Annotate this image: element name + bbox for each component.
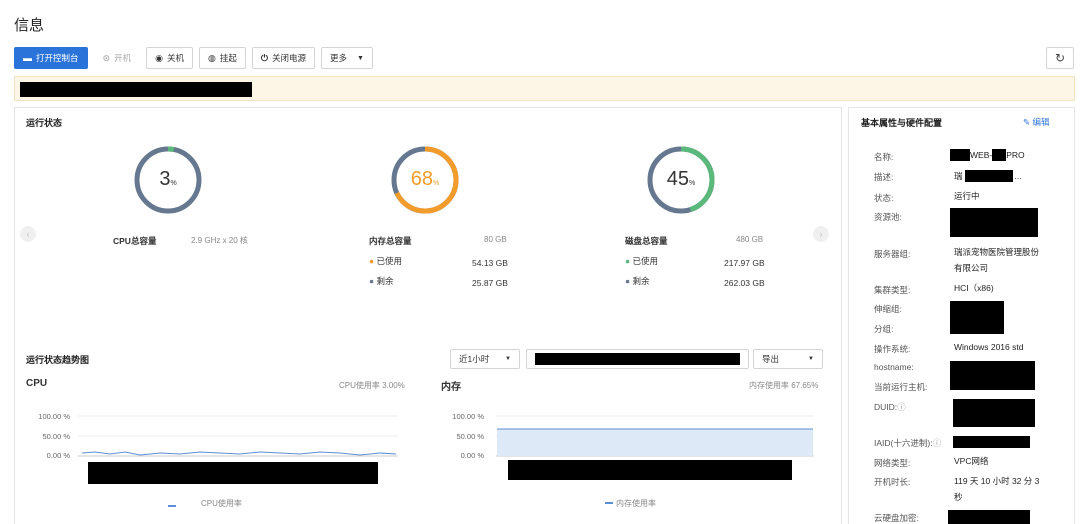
prop-host-label: 当前运行主机: xyxy=(874,382,928,392)
prop-cluster-value: HCI（x86) xyxy=(954,283,994,293)
redacted-block xyxy=(88,462,378,484)
cpu-chart: 100.00 % 50.00 % 0.00 % xyxy=(38,412,398,507)
prop-disk-encryption-label: 云硬盘加密: xyxy=(874,513,919,523)
prop-name-value: WEB- PRO xyxy=(950,147,1025,163)
cpu-legend-label: CPU使用率 xyxy=(201,499,242,508)
memory-tick-50: 50.00 % xyxy=(456,432,484,441)
prop-cluster-label: 集群类型: xyxy=(874,285,911,295)
memory-tick-0: 0.00 % xyxy=(461,451,485,460)
redacted-block xyxy=(508,460,792,480)
memory-legend-label: 内存使用率 xyxy=(616,499,656,508)
prop-scale-label: 伸缩组: xyxy=(874,304,902,314)
cpu-tick-0: 0.00 % xyxy=(47,451,71,460)
properties-title: 基本属性与硬件配置 xyxy=(861,118,943,128)
redacted-block xyxy=(953,436,1030,448)
redacted-block xyxy=(948,510,1030,524)
prop-status-label: 状态: xyxy=(874,193,894,203)
cpu-series-line xyxy=(81,451,397,456)
edit-link[interactable]: ✎ 编辑 xyxy=(1023,116,1050,128)
redacted-block xyxy=(950,301,1004,334)
redacted-block xyxy=(953,399,1035,427)
prop-duid-label: DUID:ⓘ xyxy=(874,402,906,412)
redacted-block xyxy=(950,361,1035,390)
prop-desc-value: 瑞 ... xyxy=(954,170,1022,182)
redacted-block xyxy=(964,170,1013,182)
memory-series-area xyxy=(497,429,813,456)
prop-status-value: 运行中 xyxy=(954,191,980,201)
info-icon: ⓘ xyxy=(897,402,906,412)
cpu-tick-100: 100.00 % xyxy=(38,412,70,421)
prop-iaid-label: IAID(十六进制):ⓘ xyxy=(874,438,942,448)
prop-uptime-value: 119 天 10 小时 32 分 3 秒 xyxy=(954,476,1040,502)
prop-server-label: 服务器组: xyxy=(874,249,911,259)
prop-name-label: 名称: xyxy=(874,152,894,162)
redacted-block xyxy=(992,149,1007,161)
prop-server-value: 瑞派宠物医院管理股份有限公司 xyxy=(954,247,1040,273)
redacted-block xyxy=(950,149,970,161)
prop-pool-label: 资源池: xyxy=(874,212,902,222)
redacted-block xyxy=(950,208,1038,237)
memory-tick-100: 100.00 % xyxy=(452,412,484,421)
prop-group-label: 分组: xyxy=(874,324,894,334)
prop-os-value: Windows 2016 std xyxy=(954,342,1024,352)
prop-os-label: 操作系统: xyxy=(874,344,911,354)
info-icon: ⓘ xyxy=(932,438,942,448)
memory-chart: 100.00 % 50.00 % 0.00 % xyxy=(452,412,814,504)
prop-desc-label: 描述: xyxy=(874,172,894,182)
prop-hostname-label: hostname: xyxy=(874,362,914,372)
prop-uptime-label: 开机时长: xyxy=(874,477,911,487)
prop-net-value: VPC网络 xyxy=(954,456,989,466)
prop-net-label: 网络类型: xyxy=(874,458,911,468)
cpu-tick-50: 50.00 % xyxy=(42,432,70,441)
pencil-icon: ✎ xyxy=(1023,117,1031,127)
